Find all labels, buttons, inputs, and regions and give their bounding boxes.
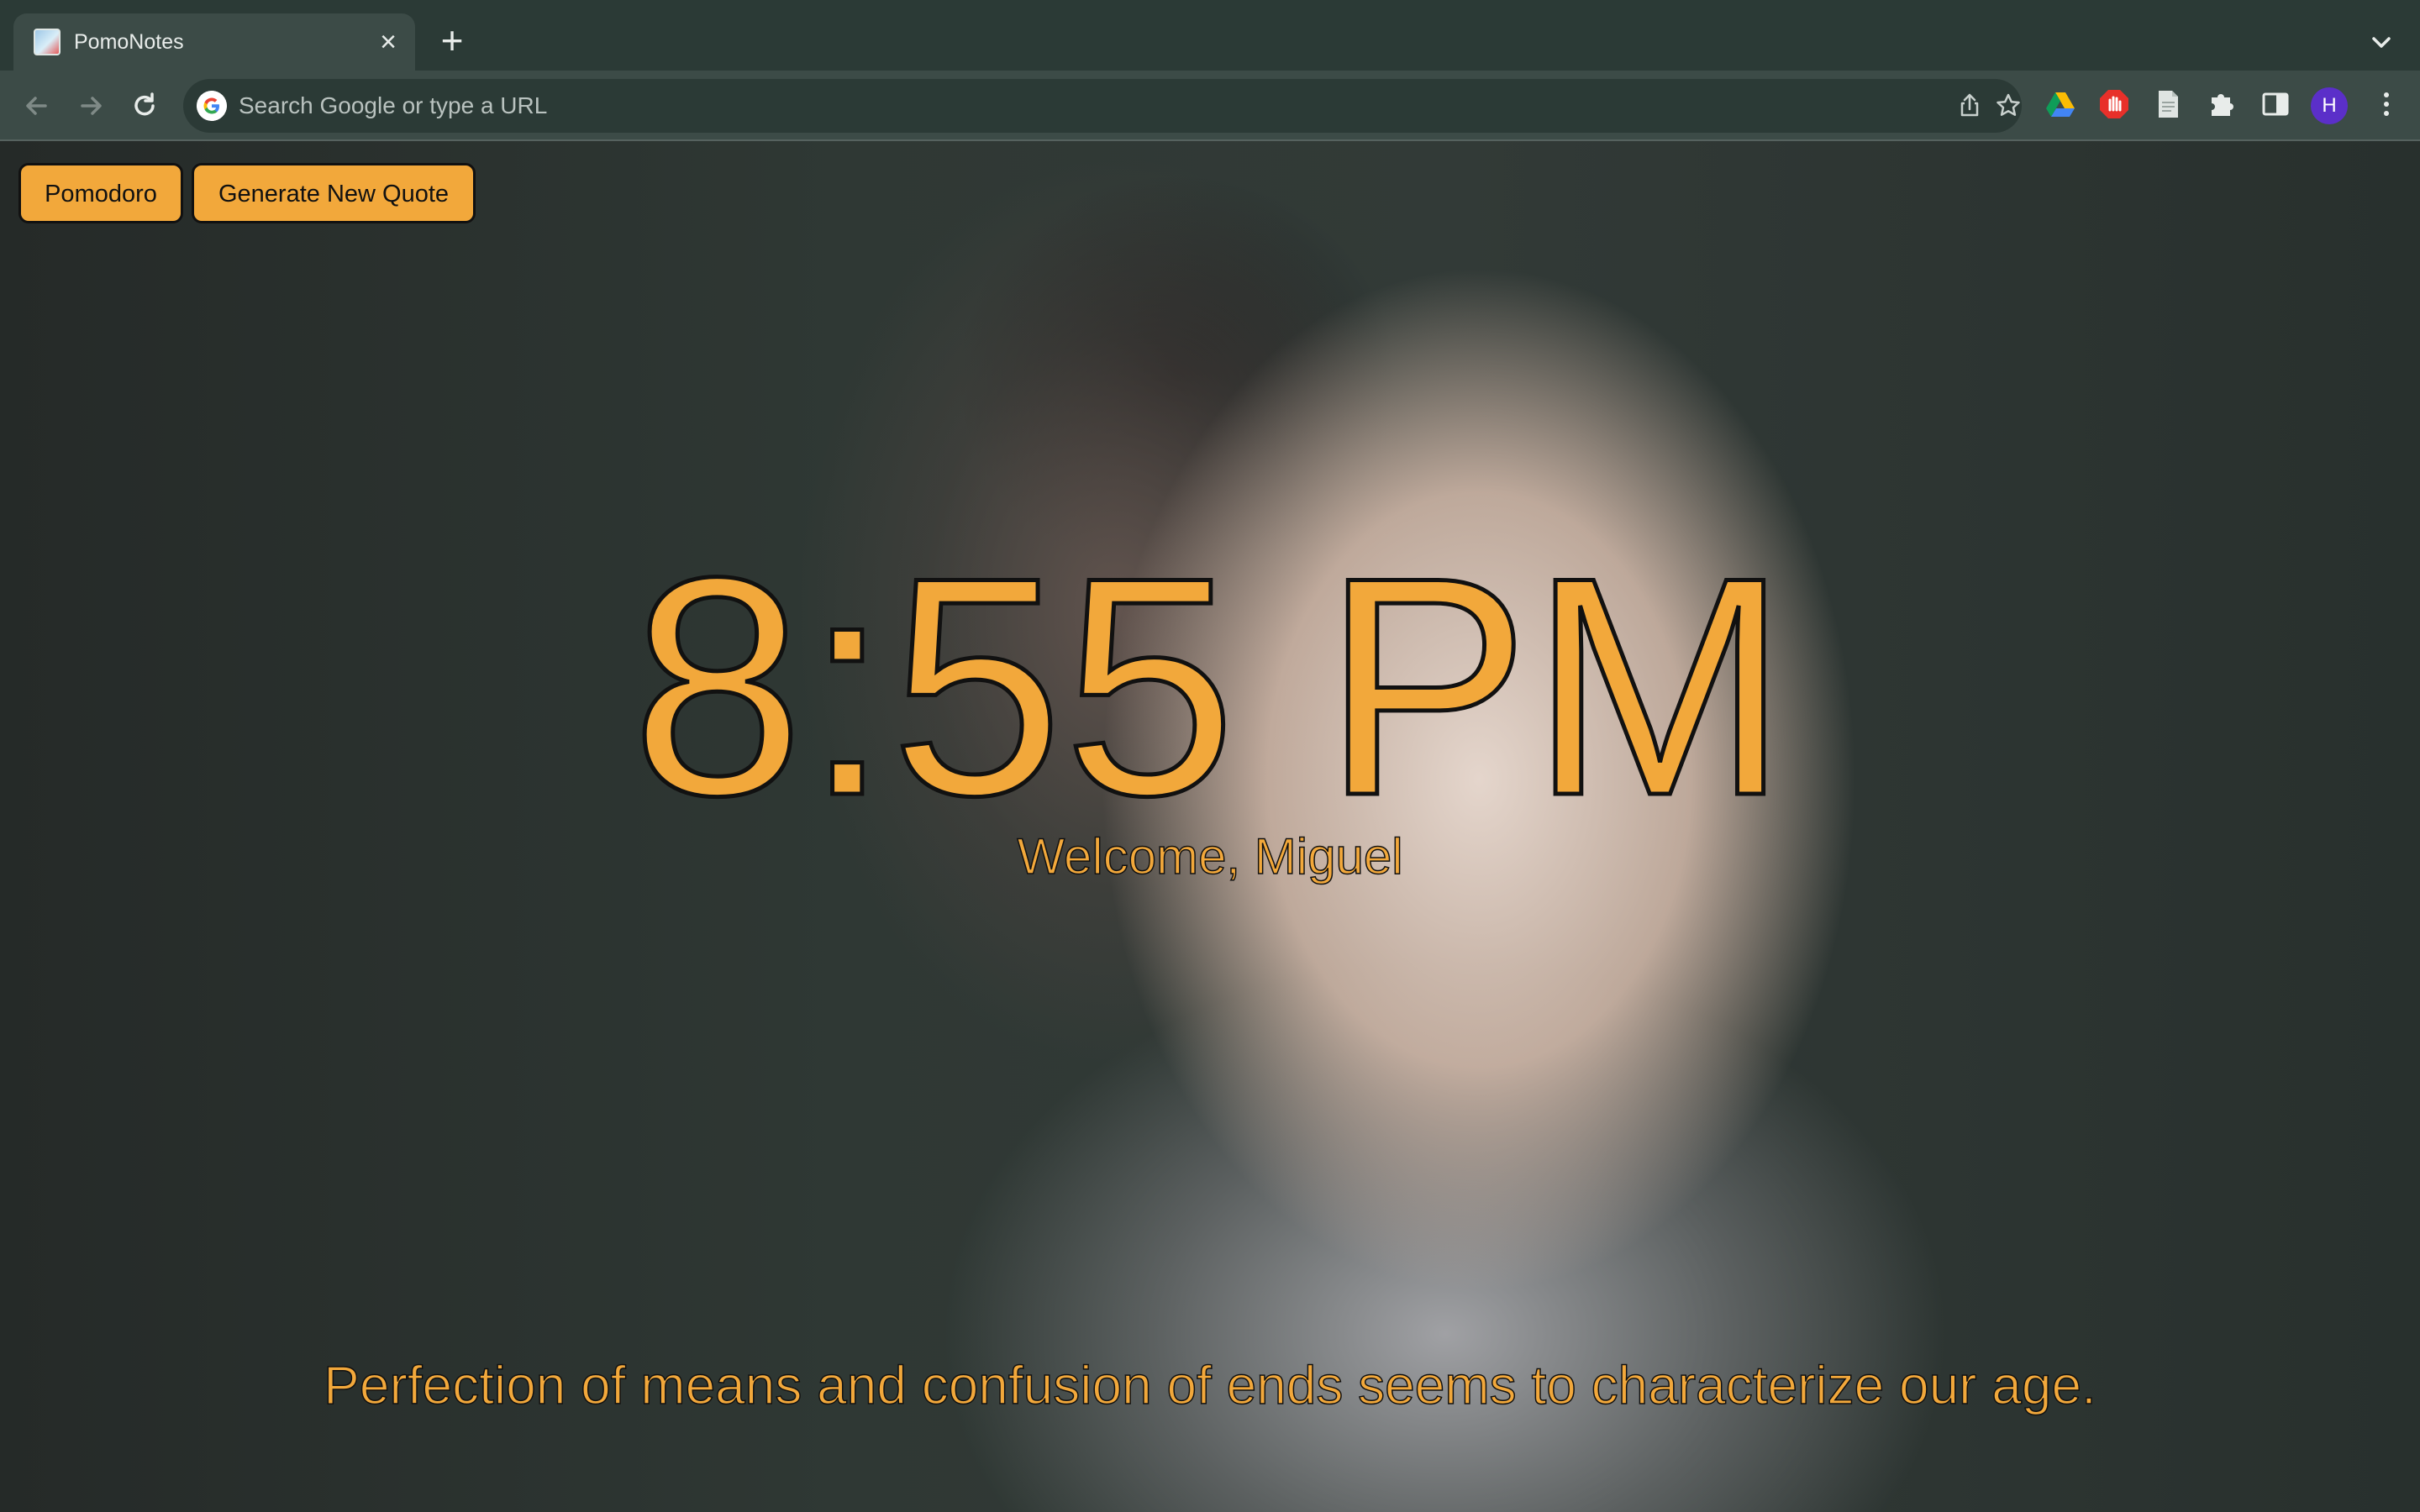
kebab-menu-icon[interactable] [2370,87,2403,121]
clock-time: 8:55 PM [629,512,1791,863]
side-panel-icon[interactable] [2259,87,2292,121]
google-g-icon [197,91,227,121]
extensions-puzzle-icon[interactable] [2205,87,2238,121]
background-photo: Pomodoro Generate New Quote 8:55 PM Welc… [0,141,2420,1512]
bookmark-star-icon[interactable] [1993,91,2023,121]
adblock-hand-icon[interactable] [2097,87,2131,121]
forward-arrow-right-icon[interactable] [72,87,109,124]
tab-search-chevron-down-icon[interactable] [2366,27,2396,57]
google-drive-icon[interactable] [2044,87,2077,121]
tab-title: PomoNotes [74,30,184,54]
back-arrow-left-icon[interactable] [18,87,55,124]
pomodoro-button[interactable]: Pomodoro [18,163,183,223]
address-bar[interactable]: Search Google or type a URL [183,79,2022,133]
close-tab-icon[interactable]: × [373,27,403,57]
reload-icon[interactable] [126,87,163,124]
browser-tab[interactable]: PomoNotes × [13,13,415,71]
page-favicon-icon [34,29,60,55]
welcome-message: Welcome, Miguel [1017,827,1404,885]
generate-new-quote-button[interactable]: Generate New Quote [192,163,476,223]
quote-text: Perfection of means and confusion of end… [323,1354,2096,1416]
profile-avatar[interactable]: H [2311,87,2348,124]
address-bar-placeholder: Search Google or type a URL [239,92,548,118]
browser-tabstrip: PomoNotes × + [0,0,2420,71]
document-icon[interactable] [2151,87,2185,121]
new-tab-plus-icon[interactable]: + [435,21,469,60]
share-icon[interactable] [1954,91,1985,121]
